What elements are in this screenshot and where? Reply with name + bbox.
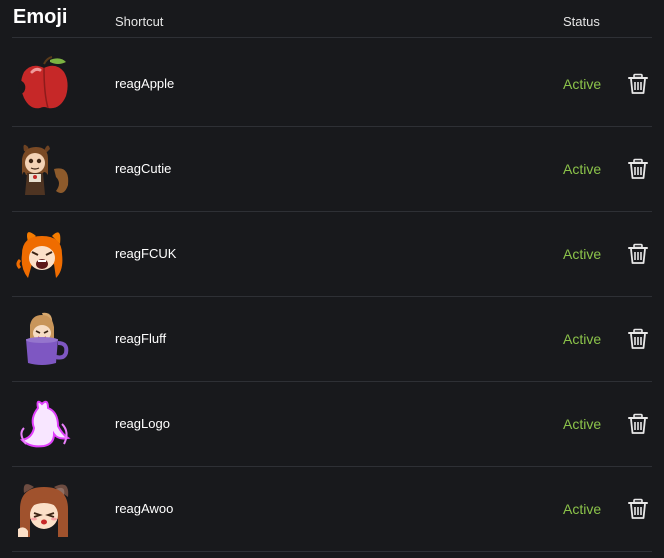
status-badge: Active	[563, 416, 602, 432]
status-badge: Active	[563, 246, 602, 262]
emoji-shortcut: reagFluff	[115, 331, 167, 346]
status-badge: Active	[563, 331, 602, 347]
trash-icon	[628, 243, 648, 264]
emoji-column-title: Emoji	[13, 6, 68, 28]
trash-icon	[628, 73, 648, 94]
wolf-girl-awoo-emoji-icon	[14, 479, 74, 539]
emoji-row: reagFluff Active	[12, 297, 652, 382]
table-header: Emoji Shortcut Status	[12, 0, 652, 38]
emoji-row: reagAwoo Active	[12, 467, 652, 552]
emoji-settings-panel: Emoji Shortcut Status reagApple Active r…	[0, 0, 664, 558]
status-badge: Active	[563, 161, 602, 177]
trash-icon	[628, 158, 648, 179]
status-column-header: Status	[563, 14, 600, 29]
fox-girl-shouting-emoji-icon	[14, 224, 74, 284]
emoji-row: reagLogo Active	[12, 382, 652, 467]
status-badge: Active	[563, 76, 602, 92]
emoji-shortcut: reagAwoo	[115, 501, 174, 516]
delete-button[interactable]	[627, 413, 649, 435]
trash-icon	[628, 498, 648, 519]
trash-icon	[628, 328, 648, 349]
delete-button[interactable]	[627, 243, 649, 265]
trash-icon	[628, 413, 648, 434]
fox-girl-cutie-emoji-icon	[14, 139, 74, 199]
status-badge: Active	[563, 501, 602, 517]
emoji-shortcut: reagFCUK	[115, 246, 177, 261]
emoji-shortcut: reagCutie	[115, 161, 172, 176]
emoji-shortcut: reagApple	[115, 76, 175, 91]
emoji-shortcut: reagLogo	[115, 416, 170, 431]
emoji-row: reagCutie Active	[12, 127, 652, 212]
emoji-row: reagFCUK Active	[12, 212, 652, 297]
glowing-silhouette-logo-emoji-icon	[14, 394, 74, 454]
delete-button[interactable]	[627, 158, 649, 180]
shortcut-column-header: Shortcut	[115, 14, 164, 29]
emoji-row: reagApple Active	[12, 42, 652, 127]
delete-button[interactable]	[627, 498, 649, 520]
apple-emoji-icon	[14, 54, 74, 114]
girl-in-mug-emoji-icon	[14, 309, 74, 369]
delete-button[interactable]	[627, 328, 649, 350]
delete-button[interactable]	[627, 73, 649, 95]
